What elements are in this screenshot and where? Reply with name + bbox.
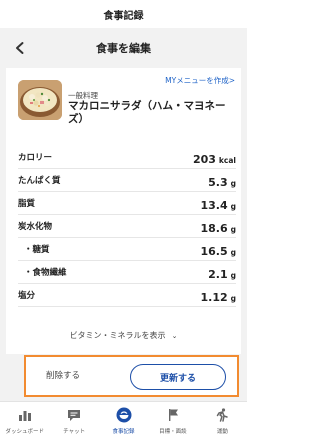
action-bar: 削除する 更新する — [24, 355, 239, 397]
nutrient-label: 炭水化物 — [18, 222, 53, 232]
nutrient-amount: 18.6 g — [200, 217, 236, 236]
nav-label: チャット — [63, 429, 86, 435]
nutrient-row: 塩分 1.12 g — [18, 284, 236, 307]
nutrient-row: ・糖質 16.5 g — [18, 238, 236, 261]
nutrient-value: 13.4 — [200, 198, 228, 212]
nutrient-value: 2.1 — [208, 267, 228, 281]
nutrient-unit: g — [230, 178, 236, 188]
flag-icon — [165, 407, 181, 423]
nutrient-value: 1.12 — [200, 290, 228, 304]
nutrient-amount: 1.12 g — [200, 286, 236, 305]
create-my-menu-link[interactable]: MYメニューを作成> — [165, 75, 235, 86]
running-icon — [214, 407, 230, 423]
nutrient-label: たんぱく質 — [18, 176, 61, 186]
nutrient-row: 炭水化物 18.6 g — [18, 215, 236, 238]
nav-item-bar-chart[interactable]: ダッシュボード — [0, 402, 49, 441]
food-name: マカロニサラダ（ハム・マヨネーズ） — [68, 100, 226, 125]
nutrient-unit: g — [230, 224, 236, 234]
chat-icon — [66, 407, 82, 423]
chevron-left-icon — [16, 42, 24, 54]
nav-label: 目標・面談 — [159, 429, 187, 435]
nutrient-label: ・食物繊維 — [24, 268, 67, 278]
app-title: 食事記録 — [103, 10, 144, 22]
nav-label: 食事記録 — [112, 429, 135, 435]
nutrient-amount: 2.1 g — [208, 263, 236, 282]
nutrient-label: 脂質 — [18, 199, 36, 209]
nav-item-running[interactable]: 運動 — [198, 402, 247, 441]
nutrient-list: カロリー 203 kcal たんぱく質 5.3 g 脂質 13.4 g 炭水化物 18.6 g ・糖質 1… — [18, 146, 236, 307]
nutrient-value: 203 — [192, 152, 216, 166]
meal-bowl-icon — [116, 407, 132, 423]
nav-item-flag[interactable]: 目標・面談 — [148, 402, 197, 441]
food-detail-card: MYメニューを作成> 一般料理 マカロニサラダ（ハム・マヨネーズ） カロリー 2… — [6, 68, 241, 354]
food-photo — [18, 80, 62, 120]
nutrient-amount: 16.5 g — [200, 240, 236, 259]
nutrient-label: 塩分 — [18, 291, 36, 301]
nutrient-label: ・糖質 — [24, 245, 50, 255]
bar-chart-icon — [17, 407, 33, 423]
nutrient-value: 5.3 — [208, 175, 228, 189]
nutrient-unit: g — [230, 293, 236, 303]
nav-label: ダッシュボード — [5, 429, 44, 435]
nutrient-value: 18.6 — [200, 221, 228, 235]
nav-item-chat[interactable]: チャット — [49, 402, 98, 441]
back-button[interactable] — [10, 38, 30, 58]
nutrient-unit: g — [230, 201, 236, 211]
delete-button[interactable]: 削除する — [46, 369, 80, 381]
app-screen: 食事記録 食事を編集 MYメニューを作成> 一般料理 マカロニサラダ（ハム・マヨ… — [0, 0, 247, 441]
nutrient-amount: 5.3 g — [208, 171, 236, 190]
update-button[interactable]: 更新する — [130, 364, 226, 390]
nutrient-row: ・食物繊維 2.1 g — [18, 261, 236, 284]
show-vitamins-label: ビタミン・ミネラルを表示 — [69, 331, 166, 340]
chevron-down-icon: ⌄ — [171, 332, 178, 340]
nutrient-unit: g — [230, 270, 236, 280]
nutrient-row: たんぱく質 5.3 g — [18, 169, 236, 192]
nutrient-row: 脂質 13.4 g — [18, 192, 236, 215]
nutrient-row: カロリー 203 kcal — [18, 146, 236, 169]
nutrient-amount: 203 kcal — [193, 148, 236, 167]
nav-label: 運動 — [216, 429, 228, 435]
nutrient-value: 16.5 — [200, 244, 228, 258]
nutrient-unit: g — [230, 247, 236, 257]
nav-item-meal-bowl[interactable]: 食事記録 — [99, 402, 148, 441]
nutrient-amount: 13.4 g — [200, 194, 236, 213]
show-vitamins-toggle[interactable]: ビタミン・ミネラルを表示 ⌄ — [6, 330, 241, 341]
nutrient-unit: kcal — [218, 155, 236, 165]
nutrient-label: カロリー — [18, 153, 53, 163]
app-title-bar: 食事記録 — [0, 0, 247, 28]
bottom-navigation: ダッシュボード チャット 食事記録 目標・面談 運動 — [0, 401, 247, 441]
screen-header: 食事を編集 — [0, 28, 247, 68]
page-title: 食事を編集 — [96, 42, 151, 55]
